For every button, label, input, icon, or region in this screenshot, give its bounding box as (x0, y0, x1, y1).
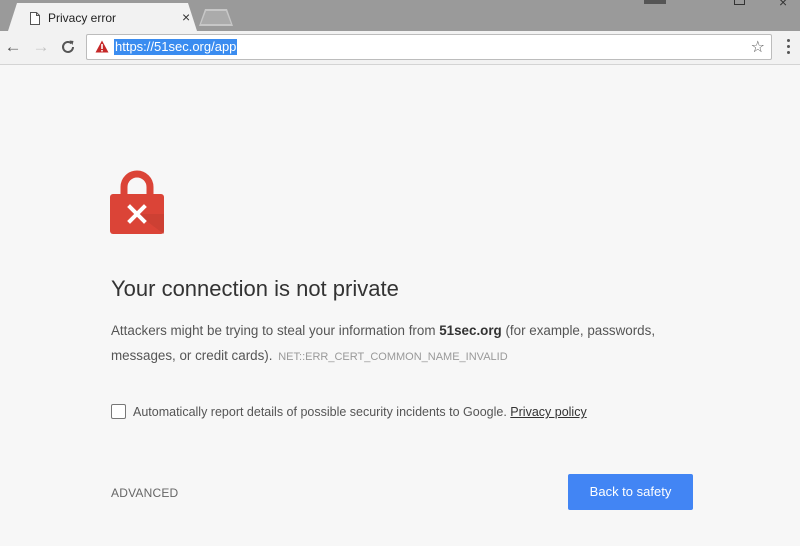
minimize-button[interactable] (644, 0, 666, 4)
url-text[interactable]: https://51sec.org/app (114, 39, 238, 55)
report-checkbox[interactable] (111, 404, 126, 419)
privacy-policy-link[interactable]: Privacy policy (510, 405, 586, 419)
page-icon (30, 12, 40, 25)
tab-privacy-error[interactable]: Privacy error × (8, 3, 197, 31)
error-code[interactable]: NET::ERR_CERT_COMMON_NAME_INVALID (278, 351, 507, 363)
reload-icon[interactable] (58, 37, 78, 57)
forward-arrow-icon[interactable]: → (31, 37, 51, 57)
menu-dots-icon[interactable] (785, 37, 791, 57)
window-close-button[interactable]: × (779, 0, 787, 10)
title-bar: Privacy error × × (0, 0, 800, 31)
broken-lock-icon (110, 170, 164, 234)
tab-title: Privacy error (48, 11, 117, 25)
warning-triangle-icon (95, 40, 109, 53)
maximize-button[interactable] (734, 0, 745, 5)
back-arrow-icon[interactable]: ← (3, 37, 23, 57)
address-bar[interactable]: https://51sec.org/app ☆ (86, 34, 772, 60)
domain-name: 51sec.org (439, 323, 502, 338)
new-tab-icon (201, 11, 231, 24)
bookmark-star-icon[interactable]: ☆ (751, 37, 765, 57)
back-to-safety-button[interactable]: Back to safety (568, 474, 693, 510)
advanced-button[interactable]: ADVANCED (111, 486, 178, 500)
tab-close-icon[interactable]: × (182, 9, 190, 25)
page-title: Your connection is not private (111, 276, 399, 301)
browser-toolbar: ← → https://51sec.org/app ☆ (0, 31, 800, 65)
error-description: Attackers might be trying to steal your … (111, 323, 656, 363)
report-checkbox-label: Automatically report details of possible… (133, 405, 587, 419)
